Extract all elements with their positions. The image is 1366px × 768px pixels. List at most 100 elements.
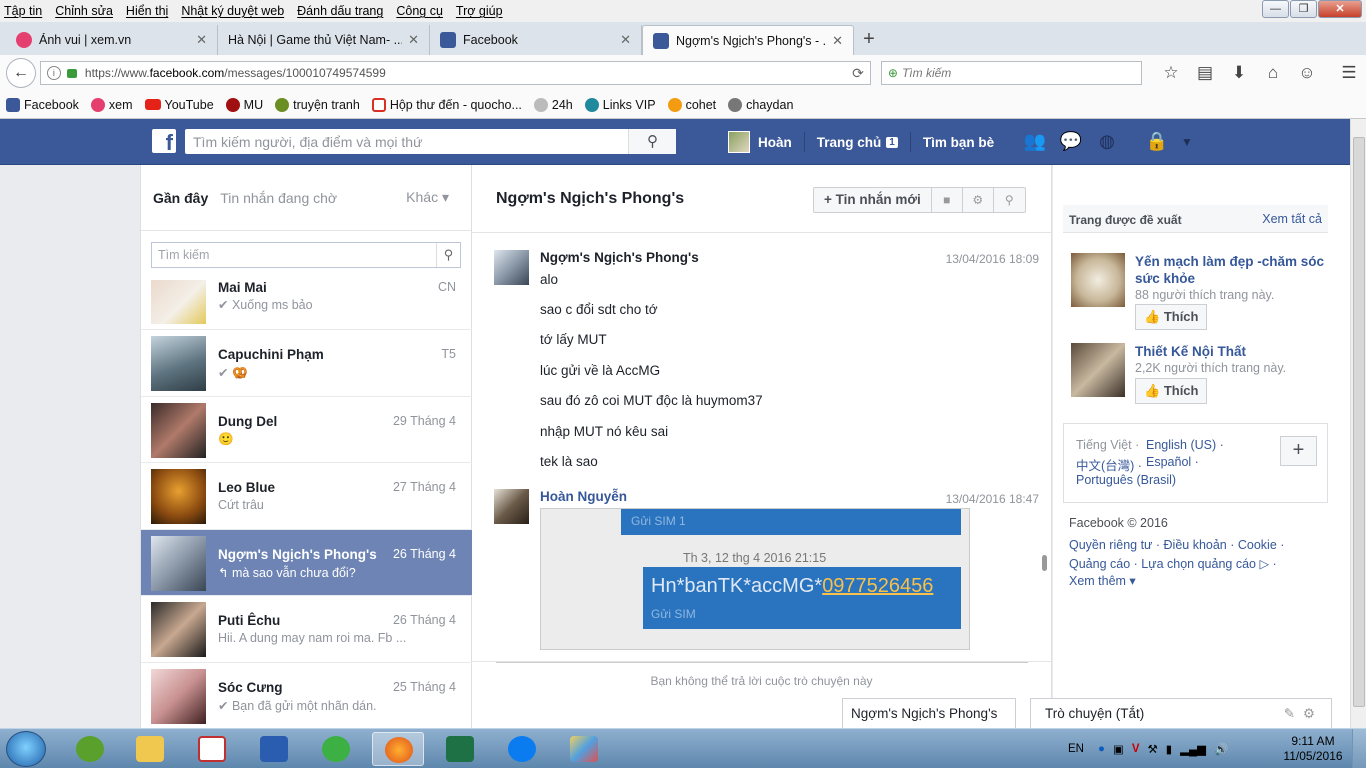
conversation-item[interactable]: Capuchini Phạm T5 ✔ 🥨	[141, 330, 472, 397]
conversation-item[interactable]: Mai Mai CN ✔ Xuống ms bảo	[141, 280, 472, 330]
see-more-link[interactable]: Xem thêm ▾	[1069, 573, 1136, 588]
menu-help[interactable]: Trợ giúp	[456, 4, 503, 18]
notifications-globe-icon[interactable]: ◍	[1094, 131, 1120, 153]
conversation-search-input[interactable]: Tìm kiếm ⚲	[151, 242, 461, 268]
close-window-button[interactable]: ✕	[1318, 0, 1362, 18]
tab-pending[interactable]: Tin nhắn đang chờ	[220, 190, 337, 206]
message-sender[interactable]: Ngợm's Ngịch's Phong's	[540, 250, 699, 265]
bookmark-item[interactable]: Facebook	[6, 97, 79, 112]
download-icon[interactable]: ⬇	[1222, 63, 1256, 83]
like-button[interactable]: 👍 Thích	[1135, 304, 1207, 330]
avatar[interactable]	[728, 131, 750, 153]
menu-file[interactable]: Tập tin	[4, 4, 42, 18]
search-icon[interactable]: ⚲	[436, 243, 460, 267]
chat-tab-sidebar[interactable]: Trò chuyện (Tắt) ✎ ⚙	[1030, 698, 1332, 728]
vietkey-tray-icon[interactable]: V	[1132, 743, 1140, 755]
menu-bookmarks[interactable]: Đánh dấu trang	[297, 4, 383, 18]
conversation-item-selected[interactable]: Ngợm's Ngịch's Phong's 26 Tháng 4 ↰ mà s…	[141, 529, 472, 596]
conversation-item[interactable]: Leo Blue 27 Tháng 4 Cứt trâu	[141, 463, 472, 530]
taskbar-app[interactable]	[124, 732, 176, 766]
signal-tray-icon[interactable]: ▂▄▆	[1180, 742, 1206, 756]
fb-search-input[interactable]: Tìm kiếm người, địa điểm và mọi thứ ⚲	[185, 129, 676, 154]
search-icon[interactable]: ⚲	[628, 129, 676, 154]
avatar[interactable]	[494, 250, 529, 285]
close-tab-icon[interactable]: ✕	[620, 32, 631, 48]
bookmark-item[interactable]: Links VIP	[584, 97, 656, 112]
tool-tray-icon[interactable]: ⚒	[1147, 742, 1157, 756]
taskbar-app[interactable]	[186, 732, 238, 766]
menu-history[interactable]: Nhật ký duyệt web	[181, 4, 284, 18]
network-tray-icon[interactable]: ▮	[1166, 742, 1172, 756]
bookmark-item[interactable]: truyện tranh	[275, 97, 360, 112]
conversation-item[interactable]: Sóc Cưng 25 Tháng 4 ✔ Bạn đã gửi một nhã…	[141, 663, 472, 729]
page-thumbnail[interactable]	[1071, 253, 1125, 307]
privacy-lock-icon[interactable]: 🔒	[1144, 131, 1170, 153]
maximize-button[interactable]: ❐	[1290, 0, 1317, 18]
volume-icon[interactable]: 🔊	[1214, 742, 1228, 756]
minimize-button[interactable]: —	[1262, 0, 1289, 18]
browser-search-input[interactable]: ⊕ Tìm kiếm	[880, 61, 1142, 85]
taskbar-app[interactable]	[434, 732, 486, 766]
home-link[interactable]: Trang chủ	[817, 135, 882, 150]
edit-icon[interactable]: ✎	[1284, 699, 1295, 729]
page-thumbnail[interactable]	[1071, 343, 1125, 397]
zalo-tray-icon[interactable]: ●	[1098, 743, 1105, 755]
find-friends-link[interactable]: Tìm bạn bè	[923, 135, 994, 150]
lang-portuguese[interactable]: Português (Brasil)	[1076, 473, 1176, 487]
tab-xem[interactable]: Ảnh vui | xem.vn ✕	[6, 25, 218, 55]
scrollbar-thumb[interactable]	[1353, 137, 1365, 707]
footer-links[interactable]: Quảng cáo · Lựa chọn quảng cáo ▷ ·	[1069, 556, 1277, 571]
new-tab-button[interactable]: +	[854, 25, 884, 55]
show-desktop-button[interactable]	[1352, 729, 1366, 768]
taskbar-app[interactable]	[558, 732, 610, 766]
start-button-icon[interactable]	[6, 731, 46, 767]
avatar[interactable]	[494, 489, 529, 524]
star-icon[interactable]: ☆	[1154, 63, 1188, 83]
video-call-icon[interactable]: ■	[932, 188, 963, 212]
home-icon[interactable]: ⌂	[1256, 63, 1290, 83]
footer-links[interactable]: Quyền riêng tư · Điều khoản · Cookie ·	[1069, 538, 1284, 552]
lang-spanish[interactable]: Español ·	[1146, 455, 1199, 469]
chat-icon[interactable]: ☺	[1290, 63, 1324, 83]
tab-recent[interactable]: Gần đây	[153, 190, 208, 206]
bookmark-item[interactable]: MU	[225, 97, 263, 112]
bookmark-item[interactable]: cohet	[667, 97, 716, 112]
info-icon[interactable]: i	[46, 66, 61, 80]
new-message-button[interactable]: + Tin nhắn mới	[814, 188, 932, 212]
bookmark-item[interactable]: chaydan	[728, 97, 793, 112]
lang-chinese[interactable]: 中文(台灣) ·	[1076, 455, 1142, 474]
lang-english[interactable]: English (US) ·	[1146, 438, 1224, 452]
more-dropdown[interactable]: Khác ▾	[406, 189, 449, 206]
reload-icon[interactable]: ⟳	[852, 65, 864, 82]
bookmark-item[interactable]: YouTube	[144, 98, 214, 112]
page-scrollbar[interactable]	[1350, 119, 1366, 728]
image-attachment[interactable]: Gửi SIM 1 Th 3, 12 thg 4 2016 21:15 Hn*b…	[540, 508, 970, 650]
page-name-link[interactable]: Thiết Kế Nội Thất	[1135, 343, 1325, 360]
close-tab-icon[interactable]: ✕	[832, 33, 843, 49]
window-tray-icon[interactable]: ▣	[1113, 742, 1124, 756]
close-tab-icon[interactable]: ✕	[408, 32, 419, 48]
more-languages-button[interactable]: +	[1280, 436, 1317, 466]
gear-icon[interactable]: ⚙	[1303, 699, 1315, 729]
see-all-link[interactable]: Xem tất cả	[1262, 212, 1322, 226]
conversation-item[interactable]: Dung Del 29 Tháng 4 🙂	[141, 397, 472, 463]
like-button[interactable]: 👍 Thích	[1135, 378, 1207, 404]
taskbar-app[interactable]	[496, 732, 548, 766]
menu-view[interactable]: Hiển thị	[126, 4, 168, 18]
menu-edit[interactable]: Chỉnh sửa	[55, 4, 113, 18]
taskbar-app-active[interactable]	[372, 732, 424, 766]
taskbar-app[interactable]	[64, 732, 116, 766]
chat-tab-conversation[interactable]: Ngợm's Ngịch's Phong's	[842, 698, 1016, 728]
close-tab-icon[interactable]: ✕	[196, 32, 207, 48]
thread-scrollbar[interactable]	[1042, 555, 1047, 571]
bookmark-item[interactable]: 24h	[533, 97, 573, 112]
menu-icon[interactable]: ☰	[1332, 63, 1366, 83]
profile-link[interactable]: Hoàn	[758, 135, 792, 150]
tab-messages[interactable]: Ngợm's Ngịch's Phong's - ... ✕	[642, 25, 854, 55]
url-bar[interactable]: i https://www.facebook.com/messages/1000…	[39, 61, 871, 85]
bookmark-item[interactable]: Hộp thư đến - quocho...	[371, 97, 522, 112]
menu-tools[interactable]: Công cụ	[396, 4, 443, 18]
messages-icon[interactable]: 💬	[1058, 131, 1084, 153]
language-indicator[interactable]: EN	[1068, 743, 1084, 755]
account-dropdown-icon[interactable]: ▼	[1180, 131, 1194, 153]
